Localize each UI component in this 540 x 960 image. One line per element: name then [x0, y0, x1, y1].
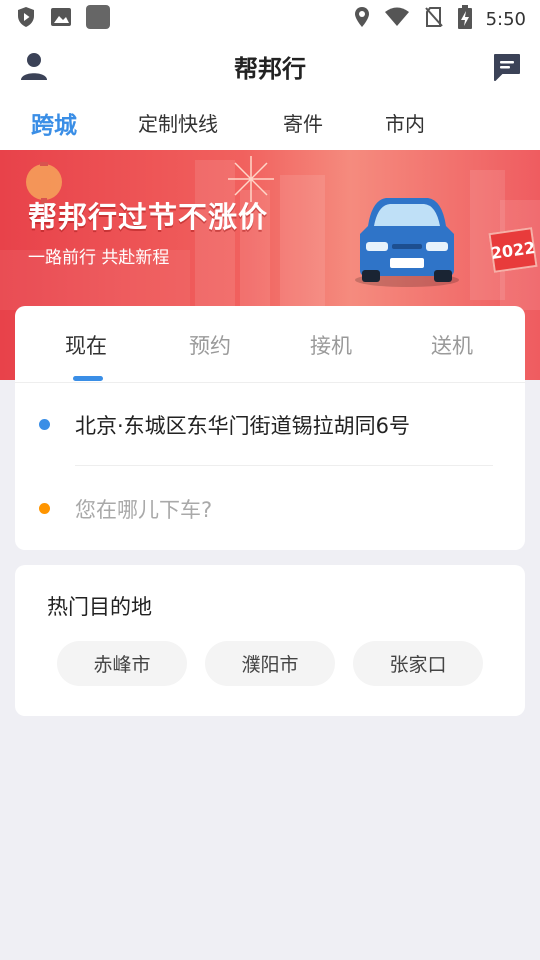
user-icon[interactable] — [18, 50, 50, 86]
section-title: 热门目的地 — [47, 595, 152, 619]
tab-in-city[interactable]: 市内 — [385, 108, 425, 137]
origin-address[interactable]: 北京·东城区东华门街道锡拉胡同6号 — [75, 410, 410, 440]
trip-card: 现在 预约 接机 送机 北京·东城区东华门街道锡拉胡同6号 您在哪儿下车? — [15, 306, 525, 550]
service-tabs: 跨城 定制快线 寄件 市内 — [0, 94, 540, 150]
mode-tab-now[interactable]: 现在 — [65, 330, 107, 360]
image-icon — [50, 7, 72, 31]
car-icon — [352, 192, 462, 292]
status-bar: 5:50 — [0, 0, 540, 38]
mode-tab-airport-dropoff[interactable]: 送机 — [431, 330, 473, 360]
tab-cross-city[interactable]: 跨城 — [31, 106, 77, 140]
page-title: 帮邦行 — [234, 54, 306, 83]
destination-chip[interactable]: 赤峰市 — [57, 641, 187, 686]
tab-parcel[interactable]: 寄件 — [283, 108, 323, 137]
mode-tab-reserve[interactable]: 预约 — [189, 330, 231, 360]
origin-dot-icon — [39, 419, 50, 430]
year-sign: 2022 — [488, 227, 538, 273]
destination-chip[interactable]: 濮阳市 — [205, 641, 335, 686]
divider — [75, 465, 493, 466]
battery-charging-icon — [457, 5, 472, 33]
tab-custom-express[interactable]: 定制快线 — [138, 108, 218, 137]
mode-tab-airport-pickup[interactable]: 接机 — [310, 330, 352, 360]
message-icon[interactable] — [492, 52, 522, 86]
wifi-icon — [384, 7, 410, 31]
shield-play-icon — [16, 6, 36, 32]
destination-input[interactable]: 您在哪儿下车? — [75, 494, 212, 524]
popular-destinations-card: 热门目的地 赤峰市 濮阳市 张家口 — [15, 565, 525, 716]
active-tab-indicator — [73, 376, 103, 381]
no-sim-icon — [424, 6, 444, 32]
destination-chip[interactable]: 张家口 — [353, 641, 483, 686]
clock-time: 5:50 — [485, 8, 526, 30]
app-header: 帮邦行 — [0, 38, 540, 94]
banner-subtitle: 一路前行 共赴新程 — [28, 248, 170, 268]
destination-dot-icon — [39, 503, 50, 514]
divider — [15, 382, 525, 383]
app-square-icon — [86, 5, 110, 33]
banner-headline: 帮邦行过节不涨价 — [28, 200, 269, 234]
location-icon — [354, 6, 370, 32]
